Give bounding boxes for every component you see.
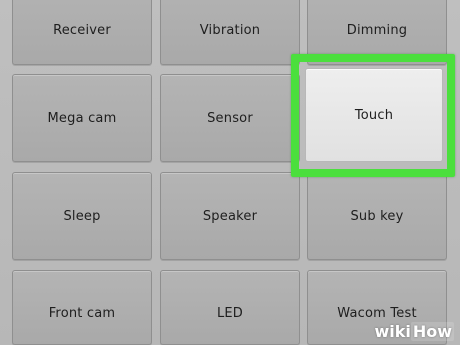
- watermark-how-text: How: [410, 322, 454, 341]
- touch-label: Touch: [354, 107, 394, 123]
- dimming-tile[interactable]: Dimming: [307, 0, 447, 65]
- led-label: LED: [216, 306, 244, 321]
- wikihow-watermark: wiki How: [374, 322, 454, 341]
- sleep-label: Sleep: [63, 208, 101, 224]
- speaker-tile[interactable]: Speaker: [160, 172, 300, 260]
- sleep-tile[interactable]: Sleep: [12, 172, 152, 260]
- wacom-test-label: Wacom Test: [337, 306, 417, 321]
- mega-cam-label: Mega cam: [47, 110, 117, 126]
- led-tile[interactable]: LED: [160, 270, 300, 345]
- vibration-label: Vibration: [199, 22, 261, 38]
- receiver-tile[interactable]: Receiver: [12, 0, 152, 65]
- dimming-label: Dimming: [346, 22, 408, 38]
- sub-key-label: Sub key: [350, 208, 404, 224]
- mega-cam-tile[interactable]: Mega cam: [12, 74, 152, 162]
- front-cam-tile[interactable]: Front cam: [12, 270, 152, 345]
- receiver-label: Receiver: [53, 22, 111, 38]
- touch-tile[interactable]: Touch: [305, 68, 443, 162]
- vibration-tile[interactable]: Vibration: [160, 0, 300, 65]
- sub-key-tile[interactable]: Sub key: [307, 172, 447, 260]
- sensor-tile[interactable]: Sensor: [160, 74, 300, 162]
- sensor-label: Sensor: [207, 110, 253, 126]
- test-menu-screen: Receiver Vibration Dimming Mega cam Sens…: [0, 0, 460, 345]
- front-cam-label: Front cam: [48, 306, 116, 321]
- speaker-label: Speaker: [202, 208, 258, 224]
- watermark-wiki-text: wiki: [374, 322, 411, 341]
